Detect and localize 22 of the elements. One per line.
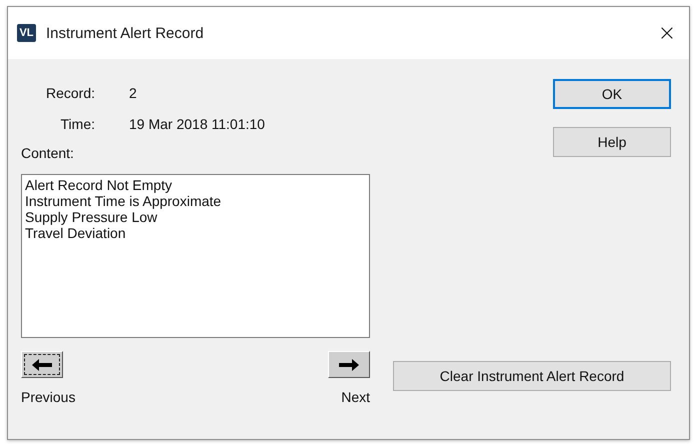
- ok-button[interactable]: OK: [553, 79, 671, 109]
- content-line: Supply Pressure Low: [25, 209, 158, 225]
- content-line: Instrument Time is Approximate: [25, 193, 222, 209]
- window-title: Instrument Alert Record: [46, 24, 204, 42]
- content-line: Alert Record Not Empty: [25, 177, 174, 193]
- close-button[interactable]: ×: [645, 13, 689, 53]
- previous-button[interactable]: [21, 351, 63, 378]
- field-value: 19 Mar 2018 11:01:10: [129, 116, 265, 132]
- right-arrow-icon: [338, 358, 360, 372]
- content-line: Travel Deviation: [25, 225, 127, 241]
- clear-record-button[interactable]: Clear Instrument Alert Record: [393, 361, 671, 391]
- content-text-box[interactable]: Alert Record Not Empty Instrument Time is Approximate Supply Pressure Low Travel Deviation: [21, 174, 370, 338]
- field-label: Time:: [60, 116, 95, 132]
- left-arrow-icon: [31, 358, 53, 372]
- nav-label: Next: [341, 389, 370, 405]
- app-logo: VL: [17, 24, 36, 42]
- field-value: 2: [129, 85, 138, 101]
- field-label: Record:: [46, 85, 95, 101]
- content-label: Content:: [21, 145, 75, 161]
- help-button[interactable]: Help: [553, 127, 671, 157]
- next-button[interactable]: [328, 351, 370, 378]
- nav-label: Previous: [21, 389, 76, 405]
